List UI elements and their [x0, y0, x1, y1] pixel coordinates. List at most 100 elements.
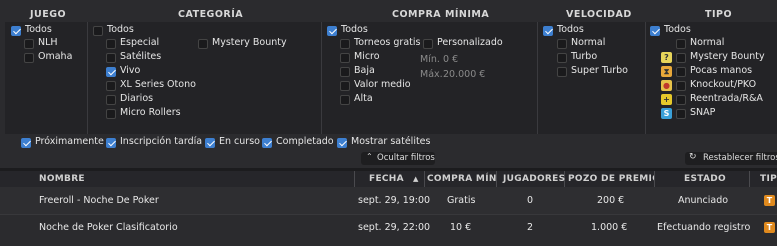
compra-max-input[interactable]: 20.000 € [443, 69, 485, 80]
tipo-normal-checkbox[interactable] [676, 39, 686, 49]
col-tipo[interactable]: TIP [750, 171, 777, 187]
hide-filters-button[interactable]: ⌃ Ocultar filtros [361, 152, 435, 165]
pocas-manos-icon: ⧗ [661, 66, 672, 77]
row-compra: 10 € [450, 222, 472, 233]
row-estado: Efectuando registro [657, 222, 751, 233]
tipo-todos-label: Todos [664, 24, 691, 35]
estado-inscripcion-checkbox[interactable] [106, 138, 116, 148]
tipo-mystery-checkbox[interactable] [676, 53, 686, 63]
header-compra: COMPRA MÍNIMA [392, 9, 490, 20]
compra-personalizado-checkbox[interactable] [423, 39, 433, 49]
row-nombre: Noche de Poker Clasificatorio [39, 222, 178, 233]
table-row[interactable]: Freeroll - Noche De Poker sept. 29, 19:0… [0, 187, 777, 215]
compra-torneos-gratis-checkbox[interactable] [340, 39, 350, 49]
table-header: NOMBRE FECHA ▲ COMPRA MÍNI... JUGADORES P… [0, 171, 777, 187]
compra-min-input[interactable]: 0 € [443, 54, 458, 65]
tournament-type-icon: T [764, 222, 775, 233]
compra-valor-medio-label: Valor medio [354, 79, 411, 90]
compra-alta-label: Alta [354, 93, 373, 104]
juego-todos-checkbox[interactable] [11, 26, 21, 36]
velocidad-turbo-checkbox[interactable] [557, 53, 567, 63]
compra-baja-checkbox[interactable] [340, 67, 350, 77]
row-jugadores: 2 [527, 222, 534, 233]
categoria-xl-checkbox[interactable] [106, 81, 116, 91]
col-fecha-label: FECHA [369, 174, 404, 184]
table-row[interactable]: Noche de Poker Clasificatorio sept. 29, … [0, 215, 777, 242]
col-jugadores[interactable]: JUGADORES [497, 171, 565, 187]
categoria-xl-label: XL Series Otono [120, 79, 196, 90]
col-pozo[interactable]: POZO DE PREMIOS [565, 171, 655, 187]
estado-en-curso-label: En curso [219, 136, 260, 147]
tipo-knockout-label: Knockout/PKO [690, 79, 757, 90]
reset-icon: ↻ [689, 152, 697, 162]
snap-icon: S [661, 108, 672, 119]
juego-omaha-checkbox[interactable] [24, 53, 34, 63]
categoria-todos-checkbox[interactable] [93, 26, 103, 36]
velocidad-normal-checkbox[interactable] [557, 39, 567, 49]
col-fecha[interactable]: FECHA ▲ [355, 171, 425, 187]
sort-asc-icon: ▲ [413, 175, 419, 183]
col-compra[interactable]: COMPRA MÍNI... [425, 171, 497, 187]
row-jugadores: 0 [527, 195, 534, 206]
velocidad-todos-checkbox[interactable] [543, 26, 553, 36]
chevron-up-icon: ⌃ [366, 152, 373, 161]
row-pozo: 1.000 € [591, 222, 628, 233]
categoria-satelites-label: Satélites [120, 51, 162, 62]
categoria-vivo-label: Vivo [120, 65, 141, 76]
row-nombre: Freeroll - Noche De Poker [39, 195, 159, 206]
categoria-especial-label: Especial [120, 37, 160, 48]
compra-valor-medio-checkbox[interactable] [340, 81, 350, 91]
tipo-todos-checkbox[interactable] [650, 26, 660, 36]
col-nombre[interactable]: NOMBRE [0, 171, 355, 187]
row-estado: Anunciado [678, 195, 729, 206]
compra-max-label: Máx. [420, 69, 443, 80]
tournament-type-icon: T [764, 195, 775, 206]
reset-filters-button[interactable]: ↻ Restablecer filtros [685, 152, 777, 165]
compra-personalizado-label: Personalizado [437, 37, 503, 48]
juego-nlh-label: NLH [38, 37, 58, 48]
categoria-especial-checkbox[interactable] [106, 39, 116, 49]
velocidad-normal-label: Normal [571, 37, 606, 48]
knockout-icon: ● [661, 80, 672, 91]
velocidad-turbo-label: Turbo [571, 51, 598, 62]
compra-todos-checkbox[interactable] [327, 26, 337, 36]
categoria-satelites-checkbox[interactable] [106, 53, 116, 63]
tipo-knockout-checkbox[interactable] [676, 81, 686, 91]
categoria-diarios-label: Diarios [120, 93, 154, 104]
header-tipo: TIPO [705, 9, 733, 20]
velocidad-super-turbo-checkbox[interactable] [557, 67, 567, 77]
categoria-todos-label: Todos [107, 24, 134, 35]
tipo-snap-label: SNAP [690, 107, 716, 118]
estado-proximamente-checkbox[interactable] [21, 138, 31, 148]
compra-micro-checkbox[interactable] [340, 53, 350, 63]
compra-micro-label: Micro [354, 51, 380, 62]
juego-nlh-checkbox[interactable] [24, 39, 34, 49]
compra-baja-label: Baja [354, 65, 375, 76]
estado-proximamente-label: Próximamente [35, 136, 104, 147]
tipo-reentrada-label: Reentrada/R&A [690, 93, 763, 104]
juego-omaha-label: Omaha [38, 51, 73, 62]
header-juego: JUEGO [30, 9, 67, 20]
col-estado[interactable]: ESTADO [655, 171, 750, 187]
tipo-normal-label: Normal [690, 37, 725, 48]
categoria-mystery-label: Mystery Bounty [212, 37, 287, 48]
compra-min-label: Mín. [420, 54, 440, 65]
estado-satelites-checkbox[interactable] [337, 138, 347, 148]
estado-en-curso-checkbox[interactable] [205, 138, 215, 148]
categoria-mystery-checkbox[interactable] [198, 39, 208, 49]
row-fecha: sept. 29, 19:00 [358, 195, 431, 206]
hide-filters-label: Ocultar filtros [377, 153, 435, 163]
tipo-snap-checkbox[interactable] [676, 109, 686, 119]
reentry-icon: + [661, 94, 672, 105]
row-compra: Gratis [447, 195, 476, 206]
compra-alta-checkbox[interactable] [340, 95, 350, 105]
estado-completado-checkbox[interactable] [262, 138, 272, 148]
estado-satelites-label: Mostrar satélites [351, 136, 431, 147]
row-pozo: 200 € [597, 195, 625, 206]
tipo-reentrada-checkbox[interactable] [676, 95, 686, 105]
categoria-vivo-checkbox[interactable] [106, 67, 116, 77]
tipo-pocas-manos-label: Pocas manos [690, 65, 753, 76]
tipo-pocas-manos-checkbox[interactable] [676, 67, 686, 77]
categoria-diarios-checkbox[interactable] [106, 95, 116, 105]
categoria-micro-rollers-checkbox[interactable] [106, 109, 116, 119]
